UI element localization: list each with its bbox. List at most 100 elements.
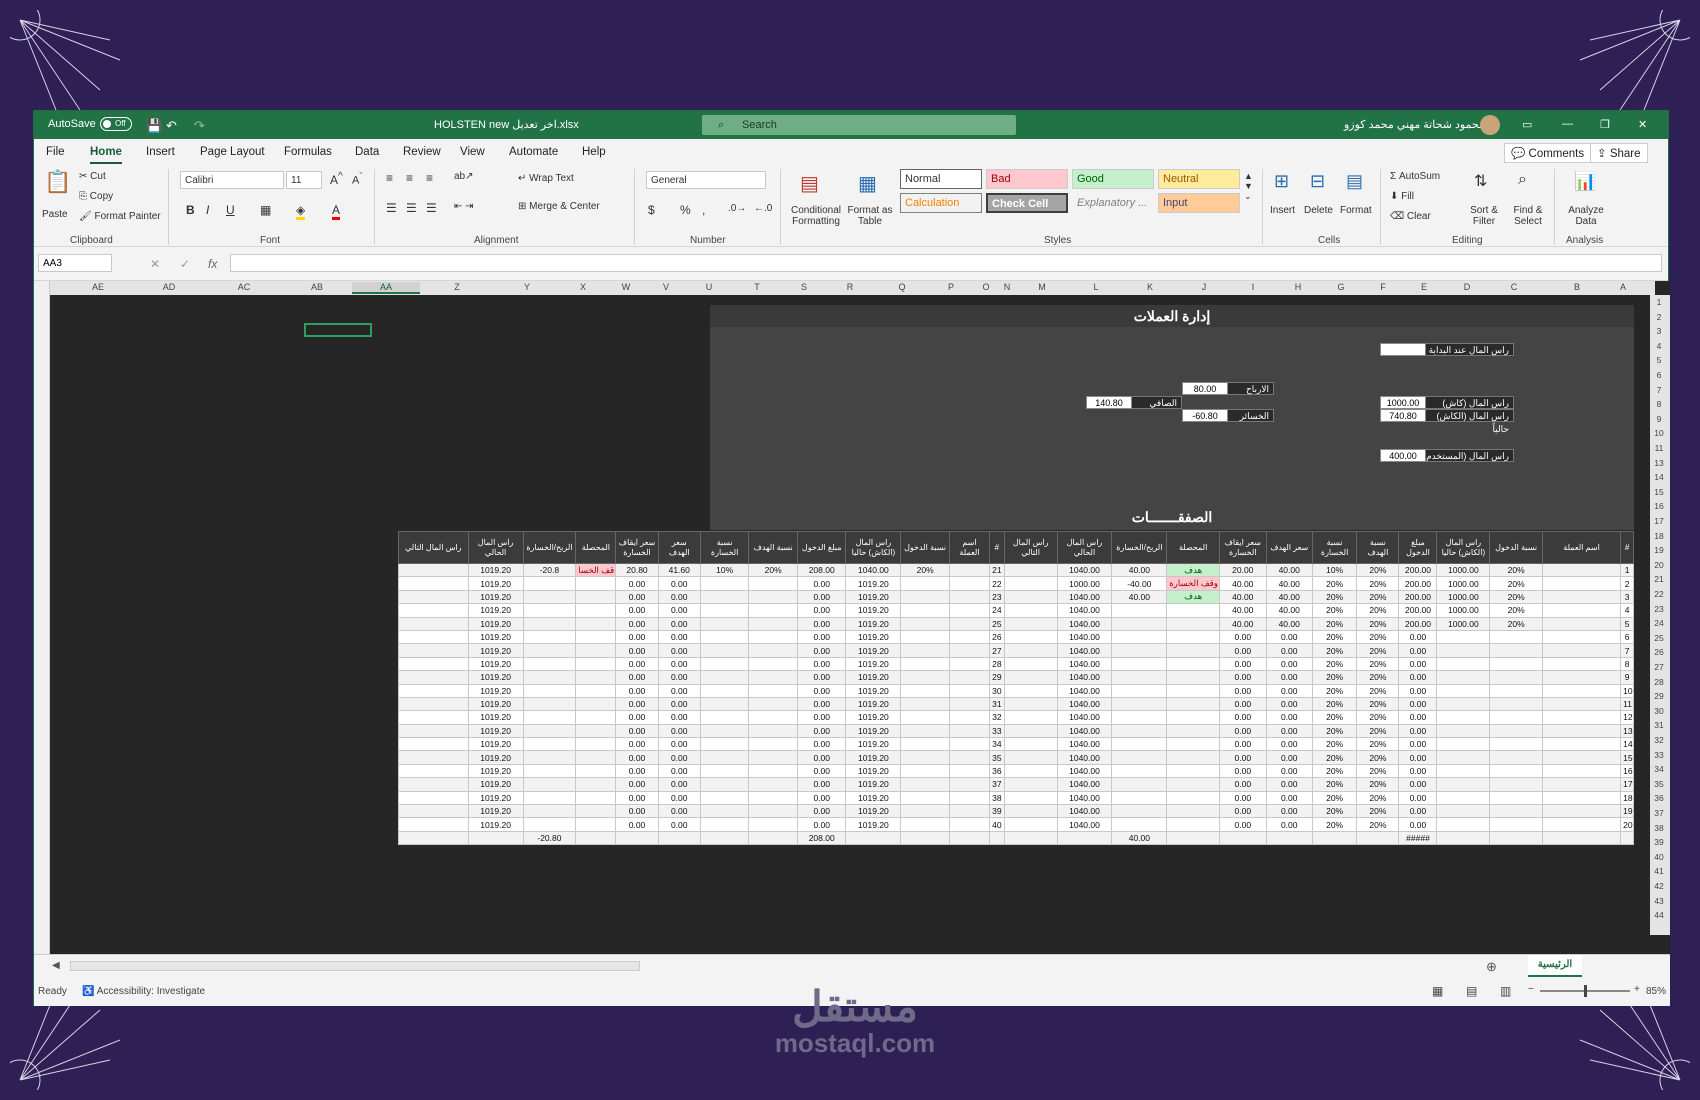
redo-icon[interactable]: ↷ (194, 118, 205, 134)
table-cell[interactable]: 0.00 (796, 723, 847, 739)
table-cell[interactable] (948, 616, 991, 631)
selected-cell[interactable] (304, 323, 372, 337)
column-header[interactable]: W (606, 282, 646, 292)
table-cell[interactable] (1111, 737, 1168, 752)
table-cell[interactable] (748, 777, 798, 792)
tab-home[interactable]: Home (90, 146, 122, 164)
table-cell[interactable]: 0.00 (1398, 643, 1438, 658)
table-cell[interactable]: 20% (1356, 683, 1400, 698)
table-cell[interactable]: 1019.20 (845, 629, 902, 645)
table-cell[interactable] (1436, 643, 1491, 658)
row-header[interactable]: 30 (1650, 706, 1668, 716)
table-cell[interactable]: 1019.20 (845, 589, 902, 605)
column-header[interactable]: D (1444, 282, 1490, 292)
column-header[interactable]: AB (282, 282, 352, 292)
table-cell[interactable]: 0.00 (615, 777, 659, 792)
styles-scroll-icon[interactable]: ▲ ▼ ⌄ (1244, 171, 1253, 202)
table-cell[interactable] (1166, 817, 1221, 832)
decrease-decimal-icon[interactable]: ←.0 (754, 203, 772, 214)
table-cell[interactable] (1311, 830, 1358, 846)
table-cell[interactable]: 1040.00 (1056, 670, 1113, 685)
formula-input[interactable] (230, 254, 1662, 272)
table-cell[interactable]: 1040.00 (1056, 750, 1113, 765)
table-cell[interactable]: 20% (1356, 643, 1400, 658)
row-header[interactable]: 24 (1650, 618, 1668, 628)
table-cell[interactable] (1166, 683, 1221, 698)
table-cell[interactable]: 0.00 (1398, 804, 1438, 819)
table-cell[interactable] (699, 643, 750, 658)
table-cell[interactable]: 0.00 (1398, 629, 1438, 645)
autosum-button[interactable]: Σ AutoSum (1390, 171, 1440, 182)
table-cell[interactable] (522, 603, 577, 618)
table-cell[interactable] (522, 629, 577, 645)
table-cell[interactable] (1542, 576, 1622, 591)
table-cell[interactable]: 200.00 (1398, 616, 1438, 631)
table-cell[interactable]: 31 (989, 696, 1005, 712)
table-cell[interactable]: 1040.00 (1056, 616, 1113, 631)
wrap-text-button[interactable]: ↵ Wrap Text (518, 173, 574, 184)
table-cell[interactable] (748, 656, 798, 672)
table-cell[interactable] (522, 737, 577, 752)
table-cell[interactable]: 20% (1311, 696, 1358, 712)
row-header[interactable]: 26 (1650, 647, 1668, 657)
table-cell[interactable] (900, 683, 950, 698)
table-cell[interactable] (1489, 643, 1544, 658)
table-cell[interactable]: 0.00 (1398, 790, 1438, 806)
table-cell[interactable] (1166, 737, 1221, 752)
undo-icon[interactable]: ↶ (166, 118, 177, 134)
table-cell[interactable] (1166, 643, 1221, 658)
table-cell[interactable]: وقف الخسارة (1166, 576, 1221, 591)
table-cell[interactable]: 0.00 (615, 723, 659, 739)
table-cell[interactable] (575, 777, 617, 792)
row-header[interactable]: 33 (1650, 750, 1668, 760)
table-cell[interactable]: 0.00 (1265, 670, 1313, 685)
sort-filter-icon[interactable]: ⇅ (1474, 171, 1487, 191)
table-cell[interactable]: 20% (1311, 737, 1358, 752)
table-cell[interactable] (699, 830, 750, 846)
tab-review[interactable]: Review (403, 146, 441, 158)
row-header[interactable]: 19 (1650, 545, 1668, 555)
table-cell[interactable]: 0.00 (657, 670, 701, 685)
table-cell[interactable] (575, 603, 617, 618)
percent-icon[interactable]: % (680, 203, 691, 217)
table-cell[interactable] (1542, 830, 1622, 846)
column-header[interactable]: I (1230, 282, 1276, 292)
underline-button[interactable]: U (226, 203, 235, 217)
row-header[interactable]: 42 (1650, 881, 1668, 891)
table-cell[interactable] (948, 737, 991, 752)
minimize-icon[interactable]: — (1562, 118, 1573, 130)
table-cell[interactable] (1436, 750, 1491, 765)
table-cell[interactable]: 0.00 (657, 576, 701, 591)
table-cell[interactable]: 39 (989, 804, 1005, 819)
scroll-left-icon[interactable]: ◀ (52, 960, 60, 971)
table-cell[interactable] (699, 737, 750, 752)
table-cell[interactable]: 9 (1620, 670, 1634, 685)
table-cell[interactable] (1003, 562, 1058, 578)
row-header[interactable]: 32 (1650, 735, 1668, 745)
table-cell[interactable] (1489, 710, 1544, 725)
row-header[interactable]: 6 (1650, 370, 1668, 380)
table-cell[interactable] (748, 804, 798, 819)
table-cell[interactable]: 0.00 (1398, 817, 1438, 832)
avatar[interactable] (1480, 115, 1500, 135)
table-cell[interactable] (1489, 696, 1544, 712)
find-select-icon[interactable]: ⌕ (1518, 171, 1527, 189)
table-cell[interactable] (1489, 723, 1544, 739)
table-cell[interactable]: هدف (1166, 589, 1221, 605)
table-cell[interactable]: 1019.20 (467, 790, 524, 806)
table-cell[interactable]: 1040.00 (1056, 737, 1113, 752)
table-cell[interactable]: 20% (1311, 750, 1358, 765)
table-cell[interactable]: 1019.20 (467, 763, 524, 779)
table-cell[interactable] (1003, 804, 1058, 819)
zoom-out-icon[interactable]: − (1528, 984, 1534, 995)
table-cell[interactable] (1436, 629, 1491, 645)
table-cell[interactable] (948, 643, 991, 658)
vertical-scrollbar[interactable] (34, 281, 50, 954)
row-header[interactable]: 41 (1650, 866, 1668, 876)
table-cell[interactable]: 0.00 (1219, 763, 1267, 779)
format-cells-button[interactable]: Format (1340, 205, 1372, 216)
table-cell[interactable]: 1019.20 (467, 656, 524, 672)
table-cell[interactable]: 38 (989, 790, 1005, 806)
table-cell[interactable] (900, 589, 950, 605)
table-cell[interactable] (1166, 750, 1221, 765)
